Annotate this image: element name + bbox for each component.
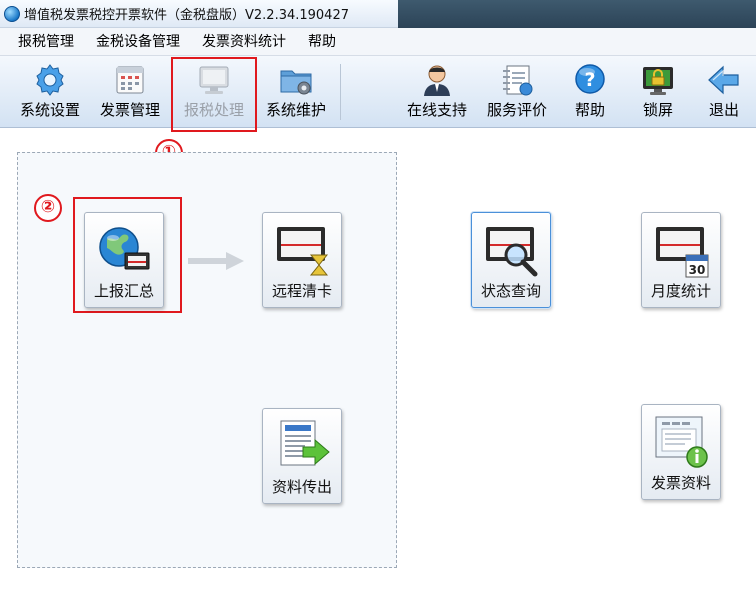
exit-button[interactable]: 退出: [692, 56, 756, 128]
online-support-button[interactable]: 在线支持: [400, 56, 474, 128]
service-evaluation-button[interactable]: 服务评价: [480, 56, 554, 128]
menu-bar-right: [398, 28, 756, 56]
monthly-statistics-label: 月度统计: [650, 282, 711, 300]
svg-text:?: ?: [584, 69, 595, 91]
system-maintenance-button[interactable]: 系统维护: [258, 56, 334, 128]
menu-tax-report[interactable]: 报税管理: [0, 28, 85, 56]
system-settings-label: 系统设置: [19, 101, 80, 119]
status-query-tile[interactable]: 状态查询: [471, 212, 551, 308]
service-evaluation-label: 服务评价: [486, 101, 547, 119]
invoice-management-button[interactable]: 发票管理: [92, 56, 168, 128]
folder-gear-icon: [280, 70, 312, 95]
right-toolbar: 在线支持 服务评价 ? 帮助 锁屏 退出: [398, 56, 756, 128]
status-query-label: 状态查询: [480, 282, 541, 300]
title-bar-dark: [398, 0, 756, 28]
right-window: 在线支持 服务评价 ? 帮助 锁屏 退出 状态查询 30 月度统计 发票资料: [398, 0, 756, 592]
left-window: 增值税发票税控开票软件（金税盘版）V2.2.34.190427 报税管理 金税设…: [0, 0, 398, 592]
report-summary-label: 上报汇总: [93, 282, 154, 300]
document-export-icon: [280, 420, 330, 466]
system-settings-button[interactable]: 系统设置: [12, 56, 88, 128]
report-summary-tile[interactable]: 上报汇总: [84, 212, 164, 308]
help-label: 帮助: [574, 101, 605, 119]
highlight-tax-processing: [171, 57, 257, 132]
title-bar: 增值税发票税控开票软件（金税盘版）V2.2.34.190427: [0, 0, 398, 28]
annotation-step-2: ②: [34, 194, 62, 222]
online-support-label: 在线支持: [406, 101, 467, 119]
invoice-info-icon: [655, 416, 708, 468]
data-transfer-label: 资料传出: [271, 478, 332, 496]
window-title: 增值税发票税控开票软件（金税盘版）V2.2.34.190427: [24, 8, 350, 23]
invoice-calendar-icon: [116, 66, 144, 94]
menu-device-management[interactable]: 金税设备管理: [85, 28, 191, 56]
card-magnifier-icon: [486, 227, 538, 277]
calendar-day-text: 30: [689, 263, 706, 277]
help-question-icon: ?: [575, 64, 605, 94]
support-person-icon: [424, 65, 450, 96]
lock-screen-button[interactable]: 锁屏: [626, 56, 690, 128]
menu-invoice-statistics[interactable]: 发票资料统计: [191, 28, 297, 56]
lock-screen-label: 锁屏: [642, 101, 673, 119]
system-maintenance-label: 系统维护: [265, 101, 326, 119]
toolbar-divider: [340, 64, 341, 120]
exit-label: 退出: [708, 101, 739, 119]
menu-help[interactable]: 帮助: [297, 28, 347, 56]
notebook-icon: [503, 65, 533, 96]
invoice-management-label: 发票管理: [99, 101, 160, 119]
exit-arrow-icon: [708, 65, 739, 95]
data-transfer-tile[interactable]: 资料传出: [262, 408, 342, 504]
remote-clear-card-label: 远程清卡: [271, 282, 332, 300]
card-hourglass-icon: [277, 227, 329, 276]
globe-icon: [99, 227, 150, 270]
invoice-data-tile[interactable]: 发票资料: [641, 404, 721, 500]
app-logo-icon: [4, 5, 20, 22]
gear-icon: [36, 64, 64, 96]
remote-clear-card-tile[interactable]: 远程清卡: [262, 212, 342, 308]
monthly-statistics-tile[interactable]: 30 月度统计: [641, 212, 721, 308]
flow-arrow-icon: [188, 252, 244, 270]
menu-bar: 报税管理 金税设备管理 发票资料统计 帮助: [0, 28, 398, 56]
help-button[interactable]: ? 帮助: [558, 56, 622, 128]
invoice-data-label: 发票资料: [650, 474, 711, 492]
card-calendar-icon: 30: [656, 227, 709, 278]
lock-screen-icon: [643, 67, 673, 95]
